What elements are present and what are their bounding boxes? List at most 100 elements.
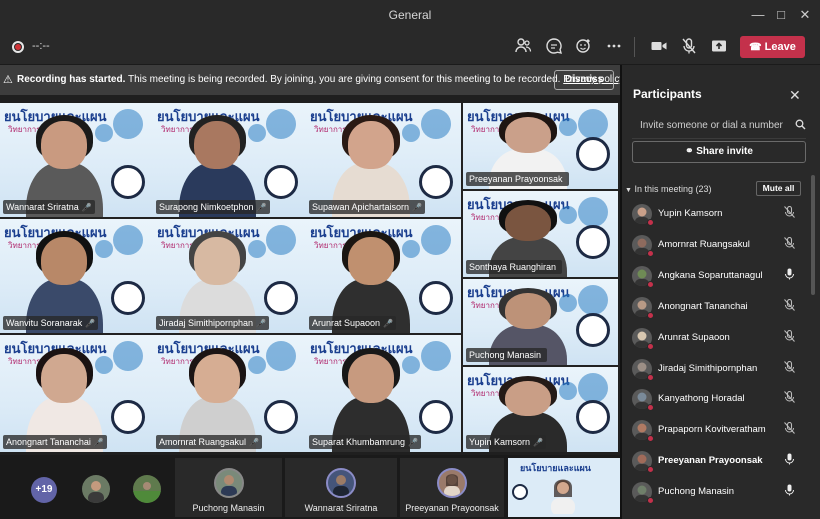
person-face bbox=[504, 380, 552, 417]
participant-row[interactable]: Prapaporn Kovitveratham bbox=[622, 417, 812, 447]
video-tile[interactable]: ยนโยบายและแผนวิทยาการจัดการSuparat Khumb… bbox=[306, 335, 461, 452]
tile-name: Wannarat Sriratna bbox=[304, 503, 378, 513]
participant-name: Sonthaya Ruanghiran bbox=[469, 262, 557, 272]
video-tile[interactable]: ยนโยบายและแผนวิทยาการจัดการPuchong Manas… bbox=[463, 279, 618, 365]
status-badge bbox=[647, 373, 654, 381]
leave-button[interactable]: ☎ Leave bbox=[740, 36, 805, 58]
mic-icon: 🎤 bbox=[85, 319, 96, 328]
participant-nameplate: Suparat Khumbamrung 🎤 bbox=[309, 435, 422, 449]
person-face bbox=[347, 121, 395, 170]
title-bar: General — □ ✕ bbox=[0, 0, 820, 30]
participant-row[interactable]: Amornrat Ruangsakul bbox=[622, 232, 812, 262]
mic-icon: 🎤 bbox=[93, 438, 104, 447]
participant-thumbnail[interactable] bbox=[82, 475, 110, 503]
video-tile[interactable]: ยนโยบายและแผนวิทยาการจัดการAnongnart Tan… bbox=[0, 335, 153, 452]
mic-icon: 🎤 bbox=[412, 203, 423, 212]
reactions-icon[interactable] bbox=[575, 37, 597, 57]
status-badge bbox=[647, 280, 654, 288]
camera-icon[interactable] bbox=[650, 37, 672, 57]
mic-off-icon bbox=[784, 298, 795, 314]
participant-row[interactable]: Anongnart Tananchai bbox=[622, 294, 812, 324]
close-icon[interactable]: ✕ bbox=[789, 87, 801, 104]
participant-row[interactable]: Arunrat Supaoon bbox=[622, 325, 812, 355]
participant-row[interactable]: Kanyathong Horadal bbox=[622, 386, 812, 416]
mic-off-icon[interactable] bbox=[680, 37, 702, 57]
dismiss-button[interactable]: Dismiss bbox=[554, 70, 614, 90]
participant-thumbnail[interactable] bbox=[133, 475, 161, 503]
banner-text: Recording has started. This meeting is b… bbox=[17, 74, 624, 85]
avatar bbox=[437, 468, 467, 498]
video-tile[interactable]: ยนโยบายและแผนวิทยาการจัดการSurapong Nimk… bbox=[153, 103, 306, 217]
video-tile[interactable]: ยนโยบายและแผนวิทยาการจัดการWannarat Srir… bbox=[0, 103, 153, 217]
participant-row[interactable]: Yupin Kamsorn bbox=[622, 201, 812, 231]
mic-icon bbox=[784, 484, 795, 499]
more-icon[interactable] bbox=[605, 37, 627, 57]
tile-name: Preeyanan Prayoonsak bbox=[405, 503, 499, 513]
participant-name: Kanyathong Horadal bbox=[658, 393, 745, 405]
invite-input[interactable]: Invite someone or dial a number bbox=[632, 113, 806, 139]
video-tile[interactable]: ยนโยบายและแผนวิทยาการจัดการSonthaya Ruan… bbox=[463, 191, 618, 277]
participant-name: Supawan Apichartaisorn bbox=[312, 202, 410, 212]
chevron-down-icon: ▼ bbox=[625, 187, 632, 194]
meeting-toolbar: --:-- ☎ Leave bbox=[0, 30, 820, 65]
participant-nameplate: Sonthaya Ruanghiran bbox=[466, 260, 563, 274]
in-meeting-label: In this meeting (23) bbox=[634, 184, 712, 194]
bottom-tile[interactable]: Puchong Manasin bbox=[175, 458, 282, 517]
in-meeting-header[interactable]: ▼ In this meeting (23) bbox=[625, 184, 712, 194]
status-badge bbox=[647, 497, 654, 505]
share-icon[interactable] bbox=[710, 37, 732, 57]
minimize-icon[interactable]: — bbox=[750, 7, 766, 23]
participant-row[interactable]: Angkana Soparuttanagul bbox=[622, 263, 812, 293]
close-icon[interactable]: ✕ bbox=[797, 7, 813, 23]
video-tile[interactable]: ยนโยบายและแผนวิทยาการจัดการAmornrat Ruan… bbox=[153, 335, 306, 452]
participant-nameplate: Amornrat Ruangsakul 🎤 bbox=[156, 435, 263, 449]
participant-row[interactable]: Jiradaj Simithipornphan bbox=[622, 356, 812, 386]
window-title: General bbox=[388, 8, 432, 22]
recording-banner: ⚠ Recording has started. This meeting is… bbox=[0, 65, 624, 95]
more-participants-button[interactable]: +19 bbox=[31, 477, 57, 503]
avatar bbox=[326, 468, 356, 498]
participant-nameplate: Surapong Nimkoetphon 🎤 bbox=[156, 200, 270, 214]
participant-nameplate: Puchong Manasin bbox=[466, 348, 548, 362]
video-tile[interactable]: ยนโยบายและแผนวิทยาการจัดการYupin Kamsorn… bbox=[463, 367, 618, 452]
participant-name: Surapong Nimkoetphon bbox=[159, 202, 254, 212]
search-icon[interactable] bbox=[795, 119, 806, 133]
participant-nameplate: Jiradaj Simithipornphan 🎤 bbox=[156, 316, 270, 330]
bottom-tile[interactable]: Wannarat Sriratna bbox=[285, 458, 397, 517]
participants-panel: Participants ✕ Invite someone or dial a … bbox=[622, 65, 820, 519]
meeting-timer: --:-- bbox=[32, 40, 50, 52]
people-icon[interactable] bbox=[514, 37, 536, 57]
person-face bbox=[194, 237, 241, 286]
mic-icon bbox=[784, 453, 795, 468]
participant-row[interactable]: Preeyanan Prayoonsak bbox=[622, 448, 812, 478]
bottom-tile[interactable]: Preeyanan Prayoonsak bbox=[400, 458, 504, 517]
tile-name: Puchong Manasin bbox=[192, 503, 265, 513]
participant-name: Arunrat Supaoon bbox=[312, 318, 381, 328]
video-grid: ยนโยบายและแผนวิทยาการจัดการWannarat Srir… bbox=[0, 103, 620, 452]
scrollbar[interactable] bbox=[811, 175, 815, 295]
chat-icon[interactable] bbox=[545, 37, 567, 57]
status-badge bbox=[647, 466, 654, 474]
participant-name: Anongnart Tananchai bbox=[6, 437, 91, 447]
status-badge bbox=[647, 404, 654, 412]
mic-icon: 🎤 bbox=[383, 319, 394, 328]
participant-name: Puchong Manasin bbox=[469, 350, 542, 360]
video-tile[interactable]: ยนโยบายและแผนวิทยาการจัดการJiradaj Simit… bbox=[153, 219, 306, 333]
person-face bbox=[504, 116, 552, 153]
video-tile[interactable]: ยนโยบายและแผนวิทยาการจัดการPreeyanan Pra… bbox=[463, 103, 618, 189]
invite-placeholder: Invite someone or dial a number bbox=[640, 120, 783, 131]
participant-nameplate: Preeyanan Prayoonsak bbox=[466, 172, 569, 186]
participant-name: Wanvitu Soranarak bbox=[6, 318, 83, 328]
status-badge bbox=[647, 435, 654, 443]
maximize-icon[interactable]: □ bbox=[773, 7, 789, 23]
video-tile[interactable]: ยนโยบายและแผนวิทยาการจัดการSupawan Apich… bbox=[306, 103, 461, 217]
mute-all-button[interactable]: Mute all bbox=[756, 181, 801, 196]
video-tile[interactable]: ยนโยบายและแผนวิทยาการจัดการWanvitu Soran… bbox=[0, 219, 153, 333]
participant-name: Preeyanan Prayoonsak bbox=[658, 455, 763, 467]
share-invite-button[interactable]: ⚭ Share invite bbox=[632, 141, 806, 163]
video-tile[interactable]: ยนโยบายและแผนวิทยาการจัดการArunrat Supao… bbox=[306, 219, 461, 333]
shared-screen-thumbnail[interactable]: ยนโยบายและแผน bbox=[508, 458, 620, 517]
participant-row[interactable]: Puchong Manasin bbox=[622, 479, 812, 509]
participant-name: Suparat Khumbamrung bbox=[312, 437, 406, 447]
mic-off-icon bbox=[784, 360, 795, 376]
